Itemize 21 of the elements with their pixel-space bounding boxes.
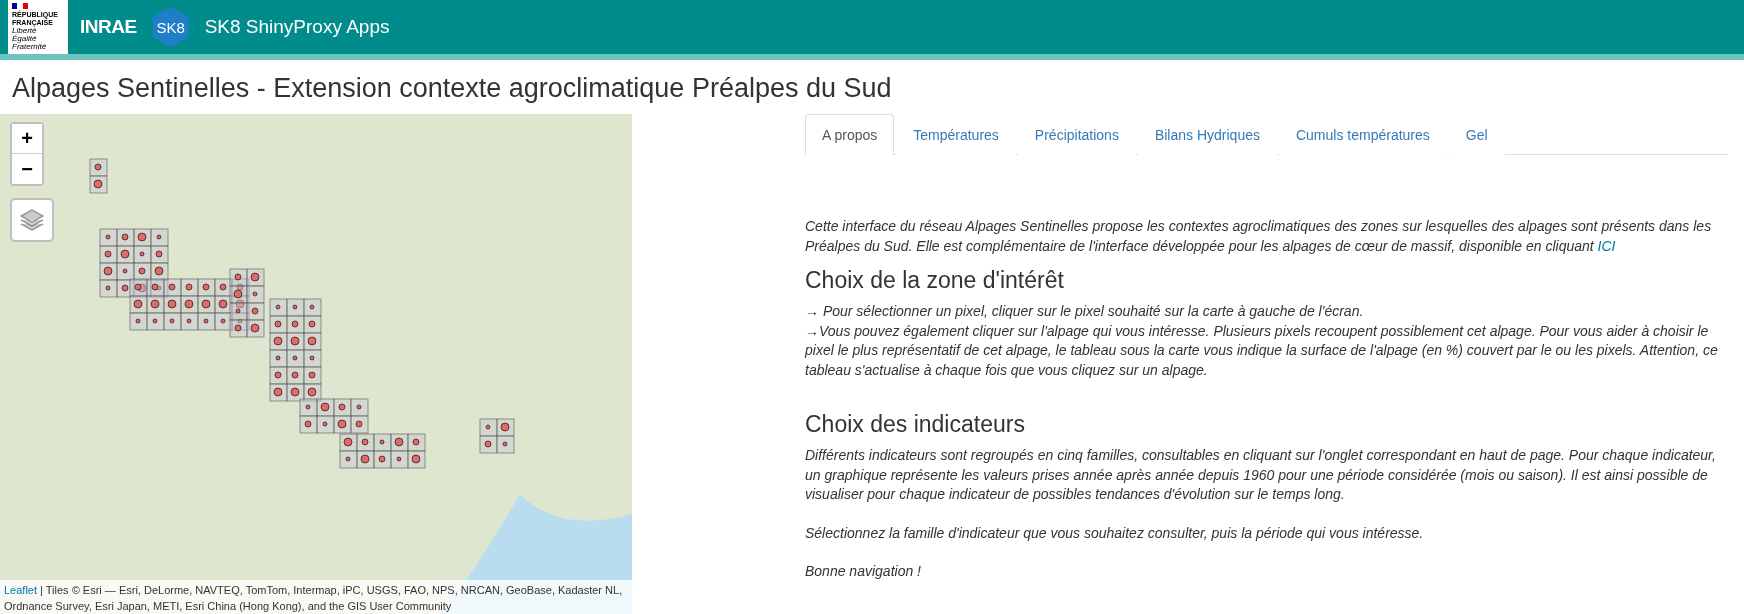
paragraph: Sélectionnez la famille d'indicateur que vous souhaitez consulter, puis la période qui vous intéresse. [805,523,1425,543]
app-badge: SK8 [152,7,189,47]
paragraph: →Vous pouvez également cliquer sur l'alpage qui vous intéresse. Plusieurs pixels recoupent possiblement cet alpage. Pour vous aider à choisir le pixel le plus représentatif de cet alpage, le tableau sous la carte vous indique la surface de l'alpage (en %) couvert par le ou les pixels. Attention, ce tableau s'actualise à chaque fois que vous cliquez sur un alpage. [805,321,1719,380]
paragraph: → Pour sélectionner un pixel, cliquer sur le pixel souhaité sur la carte à gauche de l'écran. [805,302,1365,321]
map-attribution: Leaflet | Tiles © Esri — Esri, DeLorme, NAVTEQ, TomTom, Intermap, iPC, USGS, FAO, NPS, NRCAN, GeoBase, Kadaster NL, Ordnance Survey, Esri Japan, METI, Esri China (Hong Kong), and the GIS User Community [0,580,632,614]
page-title: Alpages Sentinelles - Extension contexte agroclimatique Préalpes du Sud [12,72,893,105]
leaflet-link[interactable]: Leaflet [4,584,38,596]
paragraph: Cette interface du réseau Alpages Sentinelles propose les contextes agroclimatiques des zones sur lesquelles des alpages sont présents dans les Préalpes du Sud. Elle est complémentaire de l'interface développée pour les alpages de cœur de massif, disponible en cliquant ICI [805,217,1713,256]
flag-icon [12,3,28,9]
app-title: SK8 ShinyProxy Apps [204,16,390,38]
section-heading: Choix des indicateurs [805,410,1026,438]
section-heading: Choix de la zone d'intérêt [805,266,1065,294]
logo-motto: Liberté Égalité Fraternité [12,27,47,51]
layers-button[interactable] [10,198,54,242]
zoom-in-button[interactable]: + [12,124,42,154]
paragraph: Différents indicateurs sont regroupés en cinq familles, consultables en cliquant sur l'onglet correspondant en haut de page. Pour chaque indicateur, un graphique représente les valeurs prises année après année depuis 1960 pour une période considérée (mois ou saison). Il est ainsi possible de visualiser pour chaque indicateur de possibles tendances d'évolution sur le temps long. [805,446,1717,504]
layers-icon [19,207,45,233]
org-logo: INRAE [80,16,137,38]
tab[interactable]: A propos [805,114,895,155]
paragraph: Bonne navigation ! [805,562,922,581]
ici-link[interactable]: ICI [1597,237,1616,254]
